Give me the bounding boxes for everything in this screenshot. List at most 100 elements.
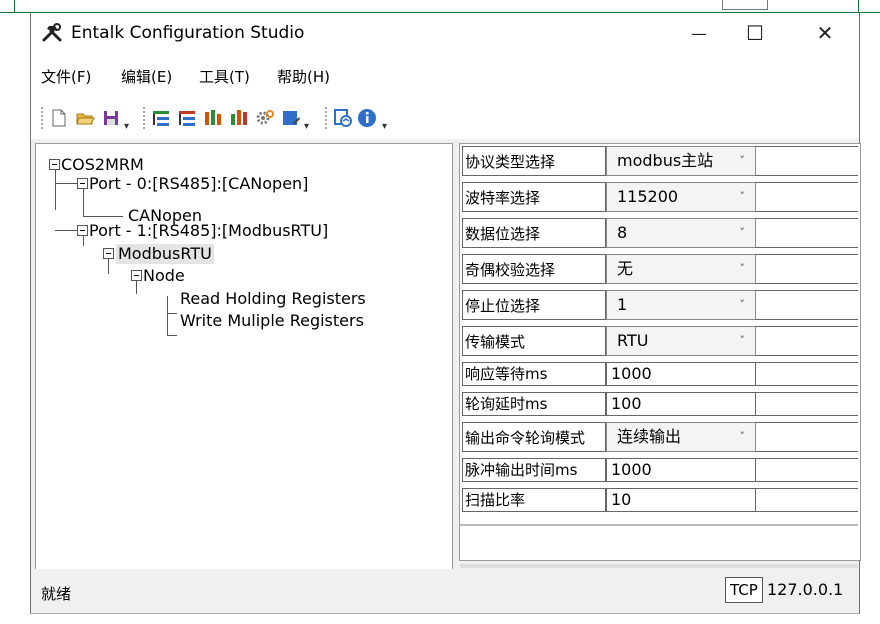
property-value: RTU bbox=[617, 331, 649, 350]
menu-tools[interactable]: 工具(T) bbox=[199, 66, 250, 87]
property-label: 传输模式 bbox=[462, 326, 606, 356]
collapse-toggle-icon[interactable] bbox=[77, 225, 88, 236]
tree-connector bbox=[167, 335, 177, 336]
minimize-icon: — bbox=[691, 23, 707, 43]
property-dropdown[interactable]: 1 ˅ bbox=[606, 290, 756, 320]
property-row: 传输模式 RTU ˅ bbox=[460, 324, 858, 360]
blue-note-icon[interactable] bbox=[281, 108, 301, 128]
property-row: 扫描比率 10 bbox=[460, 486, 858, 522]
settings-gear-icon[interactable] bbox=[255, 108, 275, 128]
tree-node-modbusrtu[interactable]: ModbusRTU bbox=[116, 244, 214, 264]
title-bar[interactable]: Entalk Configuration Studio — ☐ ✕ bbox=[31, 13, 859, 53]
save-icon[interactable] bbox=[101, 108, 121, 128]
property-dropdown[interactable]: RTU ˅ bbox=[606, 326, 756, 356]
property-label: 轮询延时ms bbox=[462, 392, 606, 416]
property-label: 响应等待ms bbox=[462, 362, 606, 386]
property-value: 连续输出 bbox=[617, 427, 682, 446]
tree-node-port0[interactable]: Port - 0:[RS485]:[CANopen] bbox=[89, 175, 308, 193]
background-border-left bbox=[14, 0, 15, 12]
collapse-toggle-icon[interactable] bbox=[49, 159, 60, 170]
tree-connector bbox=[167, 296, 168, 336]
property-dropdown[interactable]: 无 ˅ bbox=[606, 254, 756, 284]
property-value: 100 bbox=[611, 394, 642, 413]
collapse-toggle-icon[interactable] bbox=[131, 270, 142, 281]
project-tree: COS2MRM Port - 0:[RS485]:[CANopen] CANop… bbox=[35, 143, 453, 597]
menu-file[interactable]: 文件(F) bbox=[41, 66, 91, 87]
help-dropdown-icon[interactable]: ▾ bbox=[382, 121, 387, 132]
property-row-filler bbox=[756, 488, 858, 512]
property-dropdown[interactable]: 连续输出 ˅ bbox=[606, 422, 756, 452]
property-row-filler bbox=[756, 182, 858, 212]
open-folder-icon[interactable] bbox=[75, 108, 95, 128]
menu-edit[interactable]: 编辑(E) bbox=[121, 66, 172, 87]
toolbar-grip[interactable] bbox=[325, 106, 327, 130]
property-input[interactable]: 100 bbox=[606, 392, 756, 416]
connection-test-icon[interactable] bbox=[333, 108, 353, 128]
property-value: 8 bbox=[617, 223, 628, 242]
toolbar-grip[interactable] bbox=[41, 106, 43, 130]
tree-node-root[interactable]: COS2MRM bbox=[61, 156, 144, 174]
description-separator bbox=[460, 524, 858, 526]
property-value: 1000 bbox=[611, 364, 652, 383]
tools-app-icon bbox=[42, 23, 62, 42]
toolbar-grip[interactable] bbox=[143, 106, 145, 130]
property-label: 扫描比率 bbox=[462, 488, 606, 512]
tree-remove-icon[interactable] bbox=[177, 108, 197, 128]
status-bar: 就绪 TCP 127.0.0.1 bbox=[31, 569, 859, 613]
property-row-filler bbox=[756, 218, 858, 248]
property-value: 1000 bbox=[611, 460, 652, 479]
menu-bar: 文件(F) 编辑(E) 工具(T) 帮助(H) bbox=[31, 53, 859, 97]
close-icon: ✕ bbox=[816, 21, 834, 45]
property-row: 停止位选择 1 ˅ bbox=[460, 288, 858, 324]
chevron-down-icon: ˅ bbox=[739, 154, 746, 167]
register-write-icon[interactable] bbox=[229, 108, 249, 128]
property-input[interactable]: 10 bbox=[606, 488, 756, 512]
main-window: Entalk Configuration Studio — ☐ ✕ 文件(F) … bbox=[30, 13, 861, 614]
menu-help[interactable]: 帮助(H) bbox=[277, 66, 330, 87]
property-input[interactable]: 1000 bbox=[606, 362, 756, 386]
property-row: 输出命令轮询模式 连续输出 ˅ bbox=[460, 420, 858, 456]
tree-add-icon[interactable] bbox=[151, 108, 171, 128]
collapse-toggle-icon[interactable] bbox=[77, 178, 88, 189]
register-read-icon[interactable] bbox=[203, 108, 223, 128]
chevron-down-icon: ˅ bbox=[739, 334, 746, 347]
save-dropdown-icon[interactable]: ▾ bbox=[124, 121, 129, 132]
property-value: 115200 bbox=[617, 187, 679, 206]
property-row-filler bbox=[756, 422, 858, 452]
tools-dropdown-icon[interactable]: ▾ bbox=[304, 121, 309, 132]
property-row-filler bbox=[756, 254, 858, 284]
property-row-filler bbox=[756, 146, 858, 176]
status-text: 就绪 bbox=[41, 585, 72, 603]
new-file-icon[interactable] bbox=[49, 108, 69, 128]
window-title: Entalk Configuration Studio bbox=[71, 23, 305, 43]
property-dropdown[interactable]: modbus主站 ˅ bbox=[606, 146, 756, 176]
tree-node-read-holding[interactable]: Read Holding Registers bbox=[180, 290, 366, 308]
property-value: 10 bbox=[611, 490, 632, 509]
close-button[interactable]: ✕ bbox=[797, 17, 853, 49]
property-label: 协议类型选择 bbox=[462, 146, 606, 176]
property-dropdown[interactable]: 115200 ˅ bbox=[606, 182, 756, 212]
background-window-button[interactable] bbox=[722, 0, 768, 10]
property-row-filler bbox=[756, 392, 858, 416]
protocol-indicator: TCP bbox=[725, 577, 763, 603]
chevron-down-icon: ˅ bbox=[739, 226, 746, 239]
property-row-filler bbox=[756, 290, 858, 320]
property-row-filler bbox=[756, 362, 858, 386]
chevron-down-icon: ˅ bbox=[739, 190, 746, 203]
maximize-button[interactable]: ☐ bbox=[727, 17, 783, 49]
property-dropdown[interactable]: 8 ˅ bbox=[606, 218, 756, 248]
property-value: modbus主站 bbox=[617, 151, 714, 170]
tree-connector bbox=[83, 216, 123, 217]
property-input[interactable]: 1000 bbox=[606, 458, 756, 482]
info-icon[interactable] bbox=[357, 108, 377, 128]
tree-node-port1[interactable]: Port - 1:[RS485]:[ModbusRTU] bbox=[89, 222, 328, 240]
property-grid: 协议类型选择 modbus主站 ˅ 波特率选择 115200 ˅ 数据位选择 8 ˅ 奇偶校验选择… bbox=[459, 143, 861, 568]
property-label: 奇偶校验选择 bbox=[462, 254, 606, 284]
collapse-toggle-icon[interactable] bbox=[103, 248, 114, 259]
minimize-button[interactable]: — bbox=[671, 17, 727, 49]
property-row: 波特率选择 115200 ˅ bbox=[460, 180, 858, 216]
tree-node-write-multiple[interactable]: Write Muliple Registers bbox=[180, 312, 364, 330]
description-panel-edge bbox=[460, 564, 858, 568]
tree-connector bbox=[55, 183, 79, 184]
tree-node-node[interactable]: Node bbox=[143, 267, 185, 285]
